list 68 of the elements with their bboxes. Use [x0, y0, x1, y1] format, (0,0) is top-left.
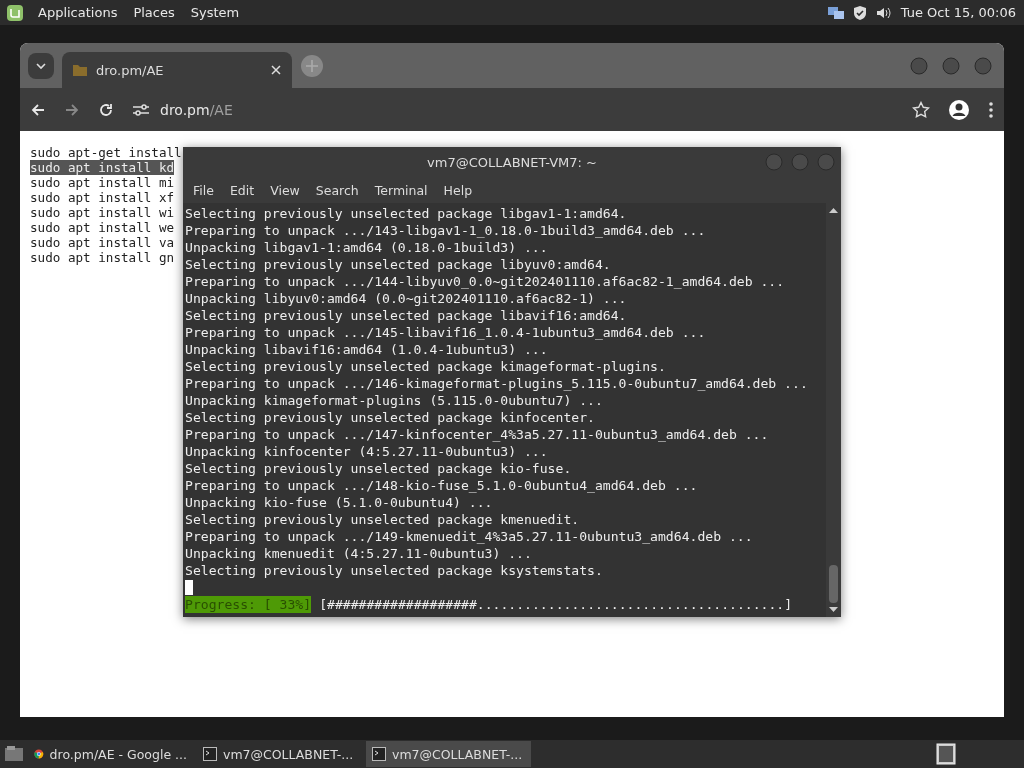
terminal-line: Unpacking kmenuedit (4:5.27.11-0ubuntu3) ... — [185, 545, 532, 562]
panel-menu[interactable]: System — [188, 3, 242, 22]
mint-logo-icon[interactable] — [6, 3, 24, 22]
page-text-line: sudo apt install gn — [30, 250, 175, 265]
address-field[interactable]: dro.pm/AE — [160, 101, 233, 118]
clock[interactable]: Tue Oct 15, 00:06 — [898, 3, 1018, 22]
site-settings-icon[interactable] — [132, 102, 150, 117]
terminal-line: Preparing to unpack .../143-libgav1-1_0.18.0-1build3_amd64.deb ... — [185, 222, 706, 239]
page-text-line: sudo apt install wi — [30, 205, 175, 220]
star-icon[interactable] — [912, 100, 930, 119]
panel-menu[interactable]: Applications — [36, 3, 120, 22]
terminal-line: Selecting previously unselected package libyuv0:amd64. — [185, 256, 611, 273]
panel-menu[interactable]: Places — [131, 3, 177, 22]
page-text-line: sudo apt install mi — [30, 175, 175, 190]
menu-item[interactable]: View — [264, 180, 306, 200]
terminal-line: Preparing to unpack .../144-libyuv0_0.0~git202401110.af6ac82-1_amd64.deb ... — [185, 273, 785, 290]
taskbar-item[interactable]: vm7@COLLABNET-... — [366, 741, 531, 767]
text-cursor — [185, 580, 193, 595]
scroll-down-icon[interactable] — [829, 607, 838, 613]
terminal-line: Selecting previously unselected package ksystemstats. — [185, 562, 603, 579]
page-text-line: sudo apt-get install — [30, 145, 182, 160]
menu-item[interactable]: Edit — [223, 180, 261, 200]
terminal-line: Unpacking libgav1-1:amd64 (0.18.0-1build3) ... — [185, 239, 548, 256]
shield-icon[interactable] — [852, 4, 867, 21]
network-icon[interactable] — [826, 4, 845, 21]
terminal-line: Unpacking kinfocenter (4:5.27.11-0ubuntu3) ... — [185, 443, 548, 460]
menu-item[interactable]: Search — [309, 180, 365, 200]
scroll-up-icon[interactable] — [829, 207, 838, 213]
terminal-line: Preparing to unpack .../147-kinfocenter_4%3a5.27.11-0ubuntu3_amd64.deb ... — [185, 426, 769, 443]
terminal-line: Selecting previously unselected package libgav1-1:amd64. — [185, 205, 627, 222]
terminal-line: Unpacking kimageformat-plugins (5.115.0-0ubuntu7) ... — [185, 392, 603, 409]
forward-icon[interactable] — [64, 101, 80, 118]
back-icon[interactable] — [30, 101, 46, 118]
browser-tab[interactable]: dro.pm/AE — [62, 52, 292, 88]
page-text-line: sudo apt install va — [30, 235, 175, 250]
page-text-line: sudo apt install xf — [30, 190, 175, 205]
menu-item[interactable]: Help — [437, 180, 479, 200]
terminal-line: Preparing to unpack .../148-kio-fuse_5.1.0-0ubuntu4_amd64.deb ... — [185, 477, 698, 494]
folder-icon — [72, 63, 88, 77]
terminal-line: Unpacking kio-fuse (5.1.0-0ubuntu4) ... — [185, 494, 493, 511]
terminal-line: Selecting previously unselected package kinfocenter. — [185, 409, 595, 426]
profile-icon[interactable] — [948, 98, 970, 121]
taskbar-item[interactable]: vm7@COLLABNET-... — [197, 741, 362, 767]
page-text-line: sudo apt install we — [30, 220, 175, 235]
reload-icon[interactable] — [98, 101, 114, 118]
menu-icon[interactable] — [988, 100, 994, 119]
show-desktop-icon[interactable] — [4, 745, 24, 763]
workspace-icon[interactable] — [936, 743, 956, 765]
terminal-line: Selecting previously unselected package libavif16:amd64. — [185, 307, 627, 324]
new-tab-icon[interactable] — [300, 53, 324, 78]
terminal-icon — [372, 747, 386, 761]
taskbar-item[interactable]: dro.pm/AE - Google ... — [28, 741, 193, 767]
terminal-line: Preparing to unpack .../146-kimageformat-plugins_5.115.0-0ubuntu7_amd64.deb ... — [185, 375, 808, 392]
tab-search-chevron-icon[interactable] — [28, 52, 54, 79]
terminal-line: Selecting previously unselected package kio-fuse. — [185, 460, 572, 477]
menu-item[interactable]: Terminal — [368, 180, 434, 200]
window-title: vm7@COLLABNET-VM7: ~ — [427, 154, 597, 170]
progress-bar-text: [###################.......................................] — [319, 596, 793, 613]
terminal-line: Unpacking libyuv0:amd64 (0.0~git202401110.af6ac82-1) ... — [185, 290, 627, 307]
terminal-line: Preparing to unpack .../145-libavif16_1.0.4-1ubuntu3_amd64.deb ... — [185, 324, 706, 341]
terminal-line: Selecting previously unselected package kmenuedit. — [185, 511, 580, 528]
terminal-icon — [203, 747, 217, 761]
terminal-line: Selecting previously unselected package kimageformat-plugins. — [185, 358, 666, 375]
terminal-line: Preparing to unpack .../149-kmenuedit_4%3a5.27.11-0ubuntu3_amd64.deb ... — [185, 528, 753, 545]
menu-item[interactable]: File — [187, 180, 220, 200]
terminal-line: Unpacking libavif16:amd64 (1.0.4-1ubuntu3) ... — [185, 341, 548, 358]
scrollbar-thumb[interactable] — [829, 565, 838, 603]
progress-label: Progress: [ 33%] — [185, 596, 312, 613]
